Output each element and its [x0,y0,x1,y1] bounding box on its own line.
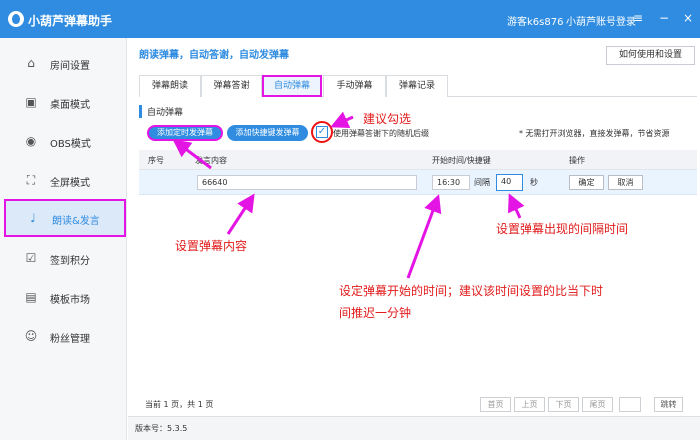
login-link[interactable]: 小葫芦账号登录 [566,13,636,28]
minimize-icon[interactable]: − [657,11,671,25]
sidebar-item-room-settings[interactable]: ⌂ 房间设置 [0,44,127,82]
calendar-check-icon: ☑ [25,251,37,265]
obs-icon: ◉ [25,134,37,148]
arrow-content [226,193,255,235]
menu-icon[interactable]: ≡ [631,11,645,25]
annotation-arrows [172,111,525,279]
main-panel: 朗读弹幕，自动答谢，自动发弹幕 如何使用和设置 弹幕朗读 弹幕答谢 自动弹幕 手… [128,38,700,440]
next-page-button[interactable]: 下页 [548,397,579,412]
store-icon: ▤ [25,290,37,304]
sidebar-item-desktop-mode[interactable]: ▣ 桌面模式 [0,83,127,121]
arrow-check [330,111,354,129]
arrow-interval [508,193,525,219]
monitor-icon: ▣ [25,95,37,109]
first-page-button[interactable]: 首页 [480,397,511,412]
title-bar: 小葫芦弹幕助手 游客k6s876 小葫芦账号登录 ≡ − × [0,0,700,38]
sidebar-item-read-speak[interactable]: ♩ 朗读&发言 [4,199,126,237]
app-title: 小葫芦弹幕助手 [28,14,113,28]
sidebar-item-checkin-points[interactable]: ☑ 签到积分 [0,239,127,277]
arrow-timed-button [172,139,212,170]
previous-page-button[interactable]: 上页 [514,397,545,412]
house-icon: ⌂ [27,56,35,70]
sidebar-item-template-market[interactable]: ▤ 模板市场 [0,278,127,316]
guest-id: 游客k6s876 [507,17,564,28]
page-info: 当前 1 页，共 1 页 [145,400,214,409]
fullscreen-icon: ⛶ [26,173,36,187]
sidebar-item-obs-mode[interactable]: ◉ OBS模式 [0,122,127,160]
jump-page-button[interactable]: 跳转 [654,397,683,412]
last-page-button[interactable]: 尾页 [582,397,613,412]
sidebar: ⌂ 房间设置 ▣ 桌面模式 ◉ OBS模式 ⛶ 全屏模式 ♩ 朗读&发言 ☑ 签到积分 ▤ 模… [0,38,127,440]
sidebar-item-fan-management[interactable]: ☺ 粉丝管理 [0,317,127,355]
users-icon: ☺ [24,329,38,343]
version-bar: 版本号：5.3.5 [128,416,700,440]
close-icon[interactable]: × [681,11,695,25]
sidebar-item-fullscreen-mode[interactable]: ⛶ 全屏模式 [0,161,127,199]
app-logo-icon [8,11,24,27]
microphone-icon: ♩ [30,211,36,225]
page-number-input[interactable] [619,397,641,412]
arrow-start-time [406,194,442,279]
